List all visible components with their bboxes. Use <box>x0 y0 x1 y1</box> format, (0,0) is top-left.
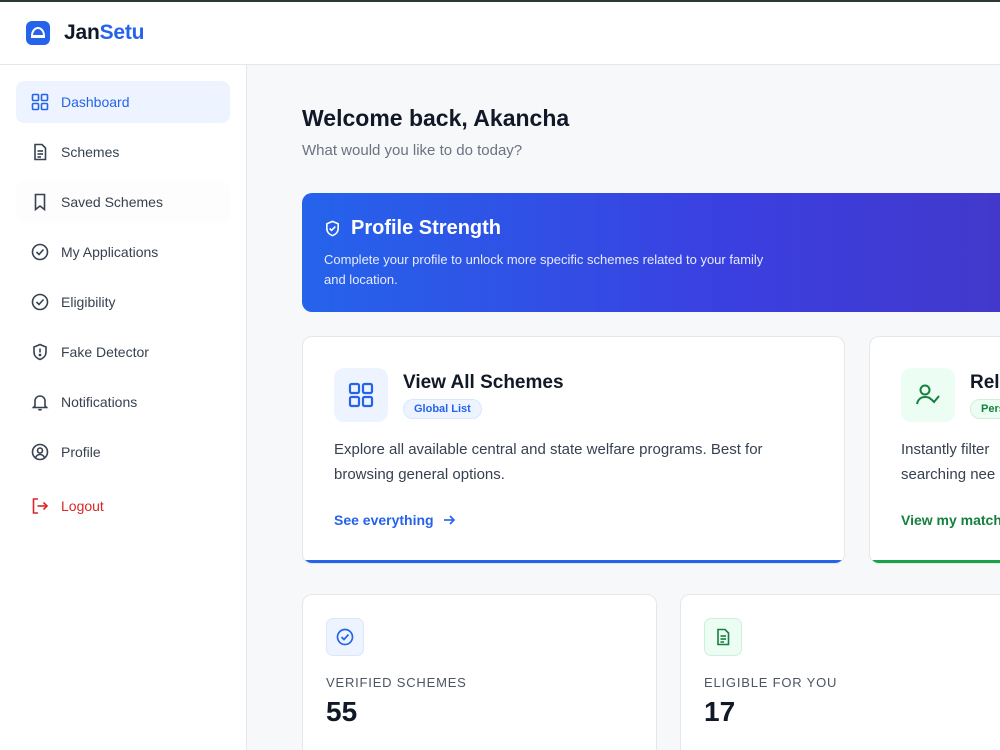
sidebar-item-dashboard[interactable]: Dashboard <box>16 81 230 123</box>
see-everything-link[interactable]: See everything <box>334 512 456 528</box>
sidebar-item-label: Profile <box>61 444 101 460</box>
sidebar: Dashboard Schemes Saved Schemes My Appli… <box>0 65 247 750</box>
view-all-schemes-card[interactable]: View All Schemes Global List Explore all… <box>302 336 845 564</box>
card-accent-bar <box>870 560 1000 563</box>
card-badge: Global List <box>403 399 482 419</box>
shield-alert-icon <box>31 343 49 361</box>
sidebar-item-eligibility[interactable]: Eligibility <box>16 281 230 323</box>
card-description: Explore all available central and state … <box>334 441 763 483</box>
logout-button[interactable]: Logout <box>16 485 230 527</box>
sidebar-item-label: Schemes <box>61 144 120 160</box>
view-my-matches-link[interactable]: View my match <box>901 512 1000 528</box>
check-circle-icon <box>31 243 49 261</box>
sidebar-item-label: Saved Schemes <box>61 194 163 210</box>
card-badge: Pers <box>970 399 1000 419</box>
app-logo-icon[interactable] <box>26 21 50 45</box>
sidebar-item-schemes[interactable]: Schemes <box>16 131 230 173</box>
stat-value: 17 <box>704 696 736 727</box>
card-title: Rele <box>970 372 1000 393</box>
bell-icon <box>31 393 49 411</box>
sidebar-item-fake-detector[interactable]: Fake Detector <box>16 331 230 373</box>
sidebar-item-saved-schemes[interactable]: Saved Schemes <box>16 181 230 223</box>
page-subtitle: What would you like to do today? <box>302 142 523 159</box>
sidebar-item-my-applications[interactable]: My Applications <box>16 231 230 273</box>
logout-icon <box>31 497 49 515</box>
page-title: Welcome back, Akancha <box>302 105 570 131</box>
grid-icon <box>334 368 388 422</box>
stat-value: 55 <box>326 696 358 727</box>
check-circle-icon <box>31 293 49 311</box>
main-content: Welcome back, Akancha What would you lik… <box>248 65 1000 750</box>
sidebar-item-label: Dashboard <box>61 94 130 110</box>
top-bar: JanSetu <box>0 2 1000 65</box>
shield-check-icon <box>324 220 341 237</box>
link-label: View my match <box>901 512 1000 528</box>
relevant-schemes-card[interactable]: Rele Pers Instantly filter searching nee… <box>869 336 1000 564</box>
grid-icon <box>31 93 49 111</box>
stat-label: VERIFIED SCHEMES <box>326 675 467 690</box>
bookmark-icon <box>31 193 49 211</box>
card-description: Instantly filter searching nee <box>901 441 996 483</box>
logout-label: Logout <box>61 498 104 514</box>
sidebar-item-label: My Applications <box>61 244 159 260</box>
profile-strength-description: Complete your profile to unlock more spe… <box>324 252 764 287</box>
sidebar-item-label: Eligibility <box>61 294 116 310</box>
brand-name-part2: Setu <box>99 21 145 44</box>
user-circle-icon <box>31 443 49 461</box>
profile-strength-banner[interactable]: Profile Strength Complete your profile t… <box>302 193 1000 312</box>
sidebar-item-label: Notifications <box>61 394 138 410</box>
profile-strength-heading: Profile Strength <box>324 217 1000 240</box>
brand-name-part1: Jan <box>64 21 100 44</box>
link-label: See everything <box>334 512 434 528</box>
stat-label: ELIGIBLE FOR YOU <box>704 675 838 690</box>
brand-name[interactable]: JanSetu <box>64 21 145 45</box>
card-accent-bar <box>303 560 844 563</box>
verified-schemes-stat: VERIFIED SCHEMES 55 <box>302 594 657 750</box>
sidebar-item-notifications[interactable]: Notifications <box>16 381 230 423</box>
sidebar-item-profile[interactable]: Profile <box>16 431 230 473</box>
profile-strength-title: Profile Strength <box>351 217 502 239</box>
document-icon <box>704 618 742 656</box>
sidebar-item-label: Fake Detector <box>61 344 149 360</box>
arrow-right-icon <box>442 513 456 527</box>
card-title: View All Schemes <box>403 372 564 393</box>
eligible-for-you-stat: ELIGIBLE FOR YOU 17 <box>680 594 1000 750</box>
user-check-icon <box>901 368 955 422</box>
check-circle-icon <box>326 618 364 656</box>
document-icon <box>31 143 49 161</box>
